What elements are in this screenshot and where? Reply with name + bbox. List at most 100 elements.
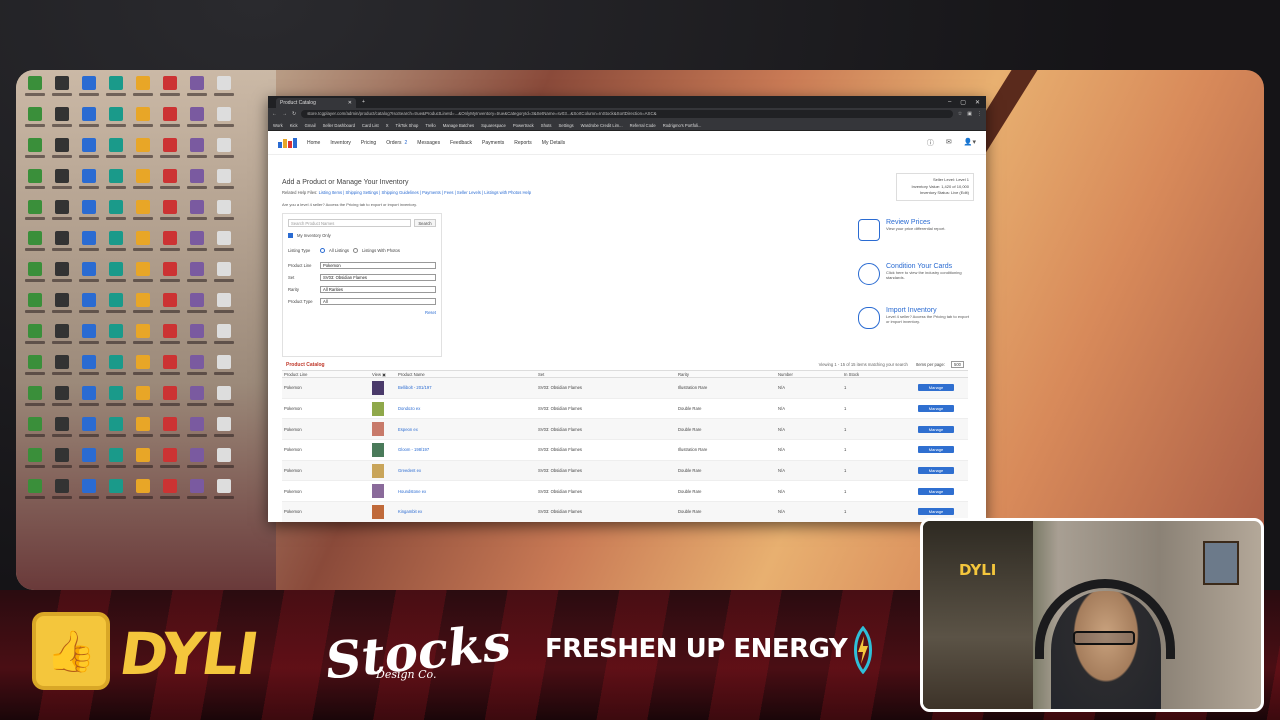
desktop-shortcut-icon[interactable] [184, 448, 210, 479]
nav-orders[interactable]: Orders [386, 140, 401, 146]
desktop-shortcut-icon[interactable] [130, 448, 156, 479]
desktop-shortcut-icon[interactable] [211, 386, 237, 417]
desktop-shortcut-icon[interactable] [103, 355, 129, 386]
reset-link[interactable]: Reset [288, 310, 436, 315]
desktop-shortcut-icon[interactable] [130, 355, 156, 386]
desktop-shortcut-icon[interactable] [157, 138, 183, 169]
desktop-shortcut-icon[interactable] [22, 355, 48, 386]
card-thumbnail[interactable] [372, 484, 384, 499]
desktop-shortcut-icon[interactable] [49, 386, 75, 417]
bookmark-item[interactable]: Manage Batches [443, 123, 474, 128]
desktop-shortcut-icon[interactable] [76, 417, 102, 448]
desktop-shortcut-icon[interactable] [211, 417, 237, 448]
manage-button[interactable]: Manage [918, 384, 954, 392]
desktop-shortcut-icon[interactable] [76, 262, 102, 293]
bookmark-item[interactable]: Trello [425, 123, 435, 128]
desktop-shortcut-icon[interactable] [22, 138, 48, 169]
desktop-shortcut-icon[interactable] [157, 448, 183, 479]
desktop-shortcut-icon[interactable] [184, 107, 210, 138]
promo-review-prices[interactable]: Review Prices View your price differenti… [858, 219, 970, 241]
desktop-shortcut-icon[interactable] [76, 293, 102, 324]
back-icon[interactable]: ← [272, 111, 277, 117]
desktop-shortcut-icon[interactable] [22, 417, 48, 448]
desktop-shortcut-icon[interactable] [76, 76, 102, 107]
nav-inventory[interactable]: Inventory [330, 140, 351, 146]
help-icon[interactable]: ⓘ [927, 138, 934, 148]
desktop-shortcut-icon[interactable] [184, 324, 210, 355]
promo-import-inventory[interactable]: Import Inventory Level 4 seller? Access … [858, 307, 970, 329]
extensions-icon[interactable]: ▣ [967, 111, 972, 117]
desktop-shortcut-icon[interactable] [211, 231, 237, 262]
bookmark-item[interactable]: Shots [541, 123, 552, 128]
manage-button[interactable]: Manage [918, 467, 954, 475]
bookmark-star-icon[interactable]: ☆ [958, 111, 962, 117]
close-tab-icon[interactable]: ✕ [348, 100, 352, 106]
search-button[interactable]: Search [414, 219, 436, 227]
nav-pricing[interactable]: Pricing [361, 140, 376, 146]
new-tab-icon[interactable]: + [362, 99, 365, 105]
bookmark-item[interactable]: TikTok Shop [395, 123, 418, 128]
forward-icon[interactable]: → [282, 111, 287, 117]
desktop-shortcut-icon[interactable] [76, 138, 102, 169]
desktop-shortcut-icon[interactable] [184, 417, 210, 448]
desktop-shortcut-icon[interactable] [130, 200, 156, 231]
bookmark-item[interactable]: Rodrigmo's Portfoli... [663, 123, 702, 128]
bookmark-item[interactable]: Kick [290, 123, 298, 128]
per-page-select[interactable]: 500 [951, 361, 964, 368]
manage-button[interactable]: Manage [918, 508, 954, 516]
manage-button[interactable]: Manage [918, 425, 954, 433]
menu-icon[interactable]: ⋮ [977, 111, 982, 117]
desktop-shortcut-icon[interactable] [184, 293, 210, 324]
desktop-shortcut-icon[interactable] [49, 138, 75, 169]
card-thumbnail[interactable] [372, 442, 384, 457]
desktop-shortcut-icon[interactable] [184, 386, 210, 417]
desktop-shortcut-icon[interactable] [184, 355, 210, 386]
nav-payments[interactable]: Payments [482, 140, 504, 146]
desktop-shortcut-icon[interactable] [211, 262, 237, 293]
desktop-shortcut-icon[interactable] [22, 169, 48, 200]
desktop-shortcut-icon[interactable] [211, 138, 237, 169]
bookmark-item[interactable]: Seller Dashboard [323, 123, 355, 128]
desktop-shortcut-icon[interactable] [130, 76, 156, 107]
tab-product-catalog[interactable]: Product Catalog ✕ [276, 98, 356, 108]
nav-home[interactable]: Home [307, 140, 320, 146]
desktop-shortcut-icon[interactable] [211, 448, 237, 479]
desktop-shortcut-icon[interactable] [157, 293, 183, 324]
desktop-shortcut-icon[interactable] [184, 262, 210, 293]
desktop-shortcut-icon[interactable] [157, 200, 183, 231]
column-header[interactable]: Set [538, 372, 678, 377]
bookmark-item[interactable]: Powertrack [513, 123, 534, 128]
desktop-shortcut-icon[interactable] [76, 355, 102, 386]
desktop-shortcut-icon[interactable] [130, 324, 156, 355]
column-header[interactable]: Rarity [678, 372, 778, 377]
card-thumbnail[interactable] [372, 422, 384, 437]
desktop-shortcut-icon[interactable] [22, 448, 48, 479]
desktop-shortcut-icon[interactable] [22, 262, 48, 293]
bookmark-item[interactable]: X [386, 123, 389, 128]
desktop-shortcut-icon[interactable] [211, 200, 237, 231]
desktop-shortcut-icon[interactable] [130, 417, 156, 448]
desktop-shortcut-icon[interactable] [184, 231, 210, 262]
minimize-icon[interactable]: – [948, 99, 951, 106]
desktop-shortcut-icon[interactable] [49, 355, 75, 386]
desktop-shortcut-icon[interactable] [184, 200, 210, 231]
desktop-shortcut-icon[interactable] [103, 231, 129, 262]
desktop-shortcut-icon[interactable] [22, 479, 48, 510]
bookmark-item[interactable]: Gmail [305, 123, 316, 128]
desktop-shortcut-icon[interactable] [76, 169, 102, 200]
product-line-select[interactable]: Pokemon [320, 262, 436, 269]
desktop-shortcut-icon[interactable] [49, 479, 75, 510]
column-header[interactable]: View ▣ [372, 372, 398, 377]
desktop-shortcut-icon[interactable] [130, 262, 156, 293]
desktop-shortcut-icon[interactable] [103, 200, 129, 231]
desktop-shortcut-icon[interactable] [157, 231, 183, 262]
desktop-shortcut-icon[interactable] [157, 324, 183, 355]
desktop-shortcut-icon[interactable] [76, 107, 102, 138]
desktop-shortcut-icon[interactable] [211, 293, 237, 324]
desktop-shortcut-icon[interactable] [130, 138, 156, 169]
desktop-shortcut-icon[interactable] [130, 231, 156, 262]
search-input[interactable]: Search Product Names [288, 219, 411, 227]
card-thumbnail[interactable] [372, 380, 384, 395]
rarity-select[interactable]: All Rarities [320, 286, 436, 293]
desktop-shortcut-icon[interactable] [22, 386, 48, 417]
